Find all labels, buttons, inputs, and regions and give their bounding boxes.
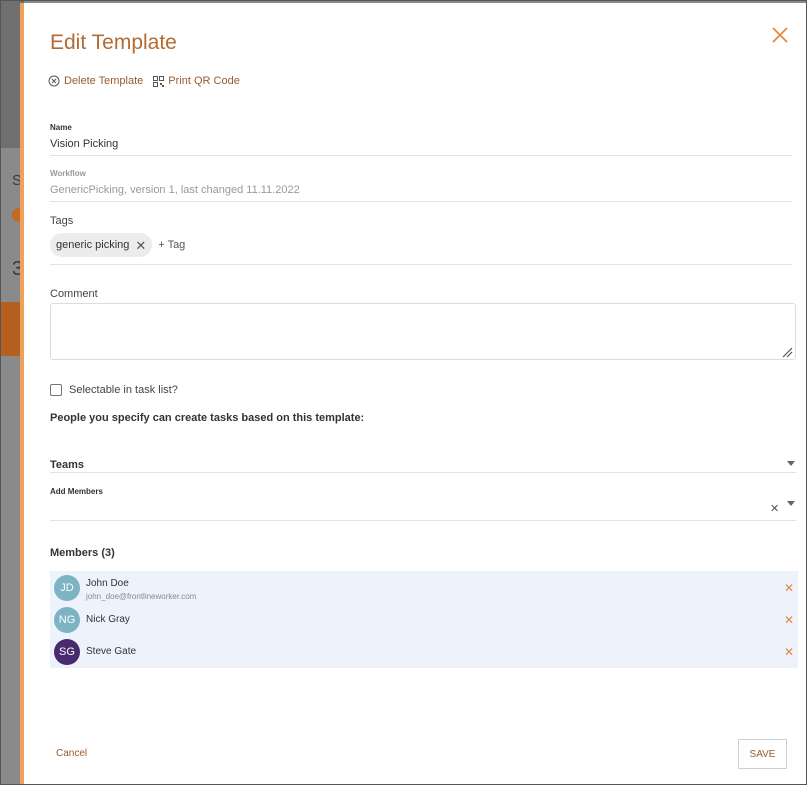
member-row: SG Steve Gate ✕ xyxy=(50,636,798,668)
comment-label: Comment xyxy=(50,288,98,300)
teams-label: Teams xyxy=(50,459,85,471)
tag-chip-label: generic picking xyxy=(56,239,130,251)
cancel-button[interactable]: Cancel xyxy=(56,748,87,759)
remove-tag-icon[interactable]: ✕ xyxy=(135,239,146,252)
save-button[interactable]: SAVE xyxy=(738,739,787,769)
clear-icon[interactable]: ✕ xyxy=(770,502,779,515)
remove-member-button[interactable]: ✕ xyxy=(784,613,794,627)
avatar: JD xyxy=(54,575,80,601)
resize-grip-icon[interactable] xyxy=(781,346,793,358)
members-list: JD John Doe john_doe@frontlineworker.com… xyxy=(50,571,798,668)
caret-down-icon xyxy=(787,501,795,506)
workflow-label: Workflow xyxy=(50,169,86,178)
member-row: NG Nick Gray ✕ xyxy=(50,604,798,636)
teams-select[interactable]: Teams xyxy=(50,453,796,473)
close-button[interactable] xyxy=(768,23,792,47)
remove-member-button[interactable]: ✕ xyxy=(784,645,794,659)
template-actions: Delete Template Print QR Code xyxy=(48,75,240,87)
selectable-checkbox[interactable] xyxy=(50,384,62,396)
avatar: NG xyxy=(54,607,80,633)
name-value[interactable]: Vision Picking xyxy=(50,138,792,150)
member-name: Steve Gate xyxy=(86,646,137,657)
delete-template-label: Delete Template xyxy=(64,75,144,87)
print-qr-label: Print QR Code xyxy=(168,75,240,87)
page-title: Edit Template xyxy=(50,31,177,54)
close-icon xyxy=(772,27,788,43)
member-row: JD John Doe john_doe@frontlineworker.com… xyxy=(50,572,798,604)
edit-template-panel: Edit Template Delete Template Print QR C… xyxy=(20,3,806,784)
tags-input[interactable]: generic picking ✕ + Tag xyxy=(50,233,792,265)
selectable-row[interactable]: Selectable in task list? xyxy=(50,384,178,396)
remove-member-button[interactable]: ✕ xyxy=(784,581,794,595)
tags-label: Tags xyxy=(50,215,74,227)
members-title: Members (3) xyxy=(50,547,115,559)
people-description: People you specify can create tasks base… xyxy=(50,412,365,424)
backdrop-button xyxy=(0,302,20,356)
avatar: SG xyxy=(54,639,80,665)
print-qr-button[interactable]: Print QR Code xyxy=(153,75,240,87)
qr-code-icon xyxy=(153,75,165,87)
caret-down-icon xyxy=(787,461,795,466)
add-members-label: Add Members xyxy=(50,487,103,496)
member-name: Nick Gray xyxy=(86,614,130,625)
member-name: John Doe xyxy=(86,578,129,589)
circle-x-icon xyxy=(48,75,60,87)
workflow-value: GenericPicking, version 1, last changed … xyxy=(50,184,300,196)
name-label: Name xyxy=(50,123,72,132)
workflow-field: Workflow GenericPicking, version 1, last… xyxy=(50,169,792,202)
delete-template-button[interactable]: Delete Template xyxy=(48,75,143,87)
add-tag-button[interactable]: + Tag xyxy=(158,239,185,251)
tag-chip[interactable]: generic picking ✕ xyxy=(50,233,153,257)
add-members-select[interactable]: Add Members ✕ xyxy=(50,484,796,521)
member-email: john_doe@frontlineworker.com xyxy=(86,592,197,601)
comment-input[interactable] xyxy=(50,303,796,360)
selectable-label: Selectable in task list? xyxy=(69,384,178,396)
name-field[interactable]: Name Vision Picking xyxy=(50,123,792,156)
